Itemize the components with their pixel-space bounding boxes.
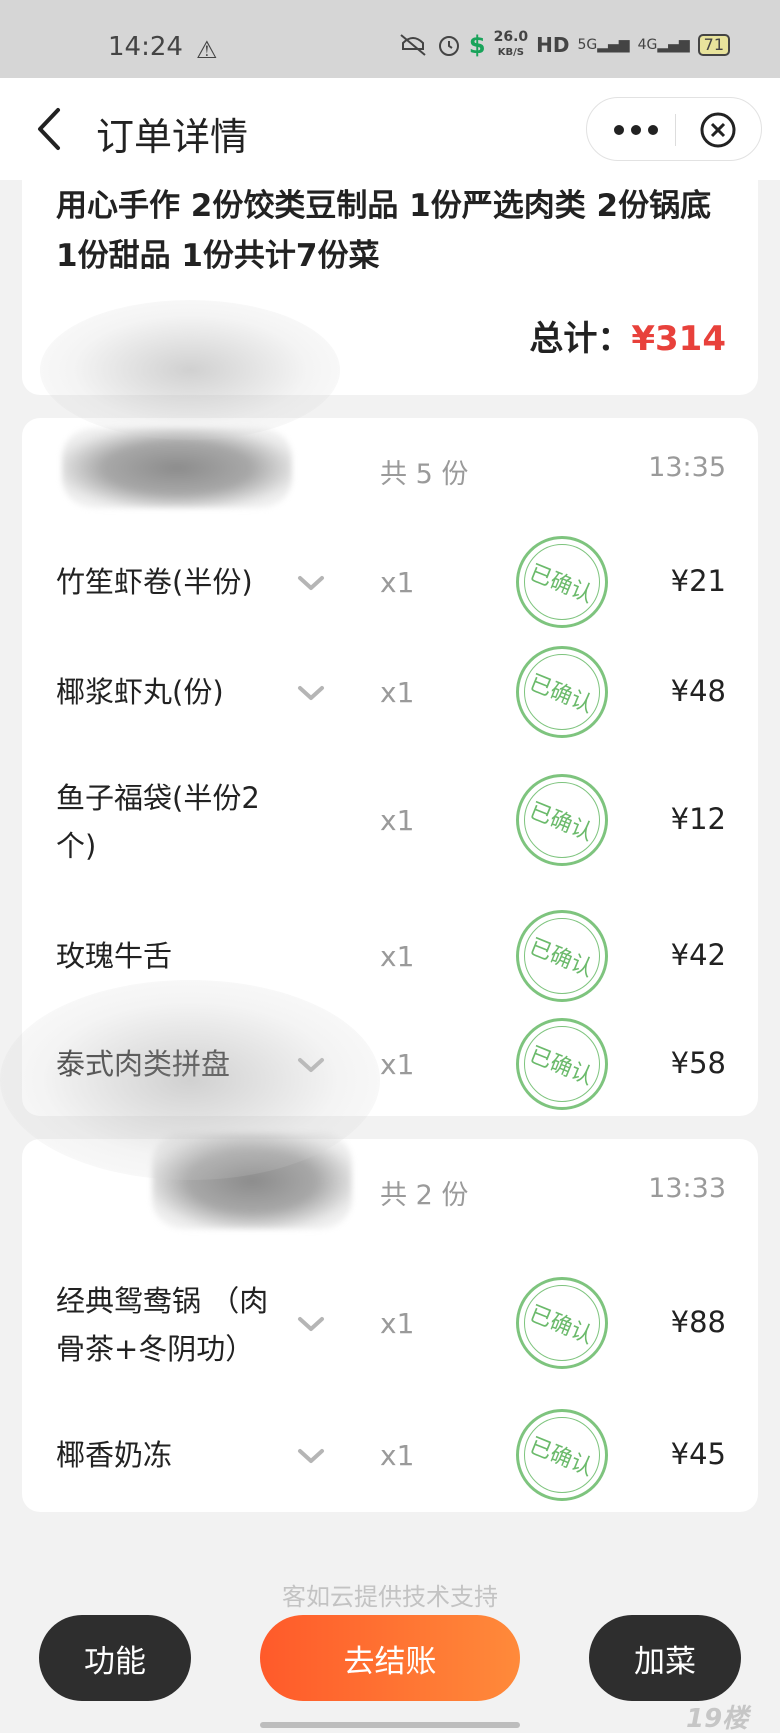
item-price: ¥48 bbox=[670, 674, 726, 708]
total-row: 总计：¥314 bbox=[529, 311, 726, 360]
order-batch-header: 共 5 份 13:35 bbox=[22, 418, 758, 508]
item-price: ¥21 bbox=[670, 564, 726, 598]
confirmed-stamp: 已确认 bbox=[516, 536, 608, 628]
order-summary-card: 用心手作 2份饺类豆制品 1份严选肉类 2份锅底 1份甜品 1份共计7份菜 总计… bbox=[22, 175, 758, 395]
nav-header: 订单详情 bbox=[0, 78, 780, 180]
status-time: 14:24 bbox=[108, 32, 183, 62]
battery-icon: 71 bbox=[697, 34, 730, 56]
summary-text: 用心手作 2份饺类豆制品 1份严选肉类 2份锅底 1份甜品 1份共计7份菜 bbox=[56, 188, 712, 274]
order-batch-card: 共 2 份 13:33 经典鸳鸯锅 （肉骨茶+冬阴功） x1 已确认 ¥88 椰… bbox=[22, 1133, 758, 1512]
warning-icon: ⚠ bbox=[196, 36, 218, 64]
chevron-down-icon[interactable] bbox=[296, 1315, 326, 1335]
item-price: ¥58 bbox=[670, 1046, 726, 1080]
item-qty: x1 bbox=[380, 804, 415, 837]
home-indicator[interactable] bbox=[260, 1722, 520, 1728]
order-batch-header: 共 2 份 13:33 bbox=[22, 1133, 758, 1229]
item-qty: x1 bbox=[380, 1307, 415, 1340]
item-price: ¥12 bbox=[670, 802, 726, 836]
confirmed-stamp: 已确认 bbox=[516, 774, 608, 866]
capsule-divider bbox=[675, 114, 676, 146]
item-price: ¥45 bbox=[670, 1437, 726, 1471]
order-count: 共 5 份 bbox=[380, 459, 469, 490]
add-dish-button[interactable]: 加菜 bbox=[589, 1615, 741, 1701]
close-circle-icon[interactable] bbox=[699, 111, 737, 149]
item-qty: x1 bbox=[380, 940, 415, 973]
item-qty: x1 bbox=[380, 1048, 415, 1081]
status-icons: $ 26.0 KB/S HD 5G▂▄▆ 4G▂▄▆ 71 bbox=[397, 30, 730, 60]
signal-5g-icon: 5G▂▄▆ bbox=[577, 37, 630, 53]
item-price: ¥42 bbox=[670, 938, 726, 972]
chevron-down-icon[interactable] bbox=[296, 574, 326, 594]
confirmed-stamp: 已确认 bbox=[516, 1409, 608, 1501]
powered-by-text: 客如云提供技术支持 bbox=[282, 1583, 498, 1611]
page-title: 订单详情 bbox=[96, 115, 249, 159]
item-name: 泰式肉类拼盘 bbox=[56, 1047, 231, 1081]
total-label: 总计： bbox=[529, 319, 632, 359]
signal-4g-icon: 4G▂▄▆ bbox=[637, 37, 690, 53]
item-name: 经典鸳鸯锅 （肉骨茶+冬阴功） bbox=[56, 1284, 269, 1366]
item-qty: x1 bbox=[380, 566, 415, 599]
chevron-down-icon[interactable] bbox=[296, 1447, 326, 1467]
chevron-down-icon[interactable] bbox=[296, 684, 326, 704]
mini-program-capsule bbox=[586, 97, 762, 161]
total-value: ¥314 bbox=[631, 319, 726, 359]
item-name: 椰香奶冻 bbox=[56, 1438, 173, 1472]
more-icon[interactable] bbox=[609, 116, 663, 144]
mute-icon bbox=[400, 34, 426, 56]
alarm-icon bbox=[438, 36, 459, 56]
hd-label: HD bbox=[536, 33, 570, 57]
blurred-avatar bbox=[152, 1133, 352, 1229]
confirmed-stamp: 已确认 bbox=[516, 646, 608, 738]
checkout-button[interactable]: 去结账 bbox=[260, 1615, 520, 1701]
item-price: ¥88 bbox=[670, 1305, 726, 1339]
item-name: 椰浆虾丸(份) bbox=[56, 675, 224, 709]
item-name: 竹笙虾卷(半份) bbox=[56, 565, 253, 599]
chevron-down-icon[interactable] bbox=[296, 1056, 326, 1076]
confirmed-stamp: 已确认 bbox=[516, 1018, 608, 1110]
blurred-avatar bbox=[62, 428, 292, 508]
back-arrow-icon[interactable] bbox=[30, 104, 70, 154]
item-name: 鱼子福袋(半份2个) bbox=[56, 781, 260, 863]
function-button[interactable]: 功能 bbox=[39, 1615, 191, 1701]
item-qty: x1 bbox=[380, 1439, 415, 1472]
item-qty: x1 bbox=[380, 676, 415, 709]
confirmed-stamp: 已确认 bbox=[516, 910, 608, 1002]
item-name: 玫瑰牛舌 bbox=[56, 939, 173, 973]
security-shield-icon: $ bbox=[468, 31, 486, 59]
watermark: 19楼 bbox=[686, 1704, 749, 1733]
order-batch-card: 共 5 份 13:35 竹笙虾卷(半份) x1 已确认 ¥21 椰浆虾丸(份) … bbox=[22, 418, 758, 1116]
status-bar: 14:24 ⚠ $ 26.0 KB/S HD 5G▂▄▆ 4G▂▄▆ 71 bbox=[0, 0, 780, 78]
network-speed: 26.0 KB/S bbox=[493, 29, 529, 58]
order-time: 13:33 bbox=[648, 1173, 726, 1204]
order-count: 共 2 份 bbox=[380, 1180, 469, 1211]
order-time: 13:35 bbox=[648, 452, 726, 483]
confirmed-stamp: 已确认 bbox=[516, 1277, 608, 1369]
